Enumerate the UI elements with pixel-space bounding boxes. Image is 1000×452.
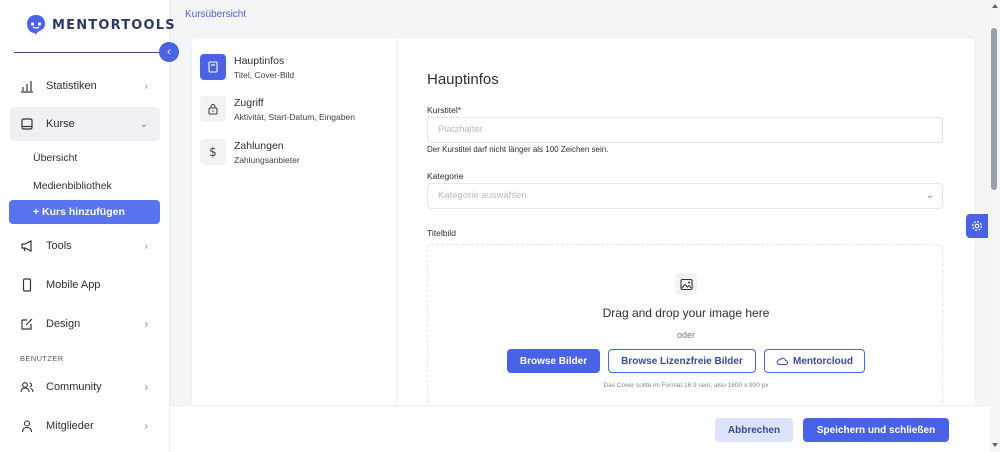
browse-images-button[interactable]: Browse Bilder [507, 349, 600, 373]
category-placeholder: Kategorie auswählen [438, 190, 527, 201]
save-and-close-button[interactable]: Speichern und schließen [803, 418, 949, 442]
step-title: Zahlungen [234, 140, 284, 152]
sidebar-item-mitglieder[interactable]: Mitglieder › [10, 409, 160, 443]
bar-chart-icon [20, 79, 34, 93]
sidebar-item-label: Mobile App [46, 279, 101, 291]
category-select[interactable]: Kategorie auswählen ⌄ [427, 183, 943, 209]
sidebar-item-label: Mitglieder [46, 420, 94, 432]
users-icon [20, 380, 34, 394]
chevron-right-icon: › [144, 240, 148, 252]
mentorcloud-label: Mentorcloud [793, 355, 853, 367]
sidebar-item-label: Design [46, 318, 81, 330]
sidebar-item-label: Community [46, 381, 102, 393]
sidebar-subitem-medienbibliothek[interactable]: Medienbibliothek [33, 180, 112, 192]
sidebar-item-label: Statistiken [46, 80, 97, 92]
category-label: Kategorie [427, 171, 464, 181]
cloud-icon [776, 357, 788, 365]
section-label-benutzer: BENUTZER [20, 354, 64, 363]
footer-action-bar: Abbrechen Speichern und schließen [170, 405, 992, 452]
sidebar-item-design[interactable]: Design › [10, 307, 160, 341]
sidebar-item-label: Kurse [46, 118, 75, 130]
course-editor-card: Hauptinfos Titel, Cover-Bild Zugriff Akt… [192, 38, 975, 418]
step-title: Hauptinfos [234, 55, 285, 67]
sidebar-item-statistiken[interactable]: Statistiken › [10, 69, 160, 103]
mentorcloud-button[interactable]: Mentorcloud [764, 349, 865, 373]
gear-icon [972, 221, 982, 231]
dropzone-title: Drag and drop your image here [602, 306, 770, 320]
sidebar-item-community[interactable]: Community › [10, 370, 160, 404]
chevron-right-icon: › [144, 381, 148, 393]
edit-icon [20, 317, 34, 331]
step-zahlungen[interactable]: $ Zahlungen Zahlungsanbieter [200, 139, 395, 173]
dollar-icon: $ [200, 139, 226, 165]
sidebar-item-tools[interactable]: Tools › [10, 229, 160, 263]
logo-icon [27, 15, 45, 35]
sidebar-item-kurse[interactable]: Kurse ⌄ [10, 107, 160, 141]
sidebar: MENTORTOOLS Statistiken › Kurse ⌄ Übersi… [0, 0, 175, 452]
step-subtitle: Aktivität, Start-Datum, Eingaben [234, 112, 355, 122]
scroll-down-arrow-icon[interactable] [992, 443, 998, 447]
chevron-down-icon: ⌄ [925, 190, 934, 201]
sidebar-item-mobile-app[interactable]: Mobile App [10, 268, 160, 302]
chevron-left-icon: ‹ [167, 46, 171, 58]
image-dropzone[interactable]: Drag and drop your image here oder Brows… [427, 244, 943, 418]
course-title-input[interactable]: Platzhalter [427, 117, 943, 143]
browse-free-images-button[interactable]: Browse Lizenzfreie Bilder [608, 349, 756, 373]
step-zugriff[interactable]: Zugriff Aktivität, Start-Datum, Eingaben [200, 96, 395, 130]
lock-icon [200, 96, 226, 122]
step-title: Zugriff [234, 97, 264, 109]
chevron-right-icon: › [144, 318, 148, 330]
sidebar-item-label: Tools [46, 240, 72, 252]
book-icon [20, 117, 34, 131]
chevron-down-icon: ⌄ [139, 118, 148, 130]
step-subtitle: Zahlungsanbieter [234, 155, 300, 165]
megaphone-icon [20, 239, 34, 253]
sidebar-subitem-uebersicht[interactable]: Übersicht [33, 152, 77, 164]
book-icon [200, 54, 226, 80]
form-title: Hauptinfos [427, 71, 499, 88]
course-title-hint: Der Kurstitel darf nicht länger als 100 … [427, 145, 609, 154]
user-icon [20, 419, 34, 433]
step-subtitle: Titel, Cover-Bild [234, 70, 295, 80]
step-navigation: Hauptinfos Titel, Cover-Bild Zugriff Akt… [192, 38, 397, 418]
logo-text: MENTORTOOLS [52, 17, 176, 33]
phone-icon [20, 278, 34, 292]
chevron-right-icon: › [144, 80, 148, 92]
course-title-label: Kurstitel* [427, 105, 462, 115]
cover-format-note: Das Cover sollte im Format 16:9 sein, al… [603, 382, 769, 389]
step-hauptinfos[interactable]: Hauptinfos Titel, Cover-Bild [200, 54, 395, 88]
image-icon [675, 273, 697, 295]
settings-button[interactable] [966, 214, 988, 238]
cover-image-label: Titelbild [427, 228, 456, 238]
sidebar-divider [14, 52, 169, 53]
cancel-button[interactable]: Abbrechen [715, 418, 793, 442]
sidebar-subitem-add-course[interactable]: + Kurs hinzufügen [9, 200, 160, 224]
scroll-thumb[interactable] [991, 28, 997, 190]
scroll-up-arrow-icon[interactable] [992, 4, 998, 8]
sidebar-collapse-button[interactable]: ‹ [159, 42, 179, 62]
dropzone-or: oder [676, 330, 695, 340]
chevron-right-icon: › [144, 420, 148, 432]
course-title-placeholder: Platzhalter [438, 124, 483, 135]
page-scrollbar[interactable] [990, 0, 1000, 452]
breadcrumb[interactable]: Kursübersicht [185, 9, 246, 20]
logo[interactable]: MENTORTOOLS [26, 14, 176, 36]
